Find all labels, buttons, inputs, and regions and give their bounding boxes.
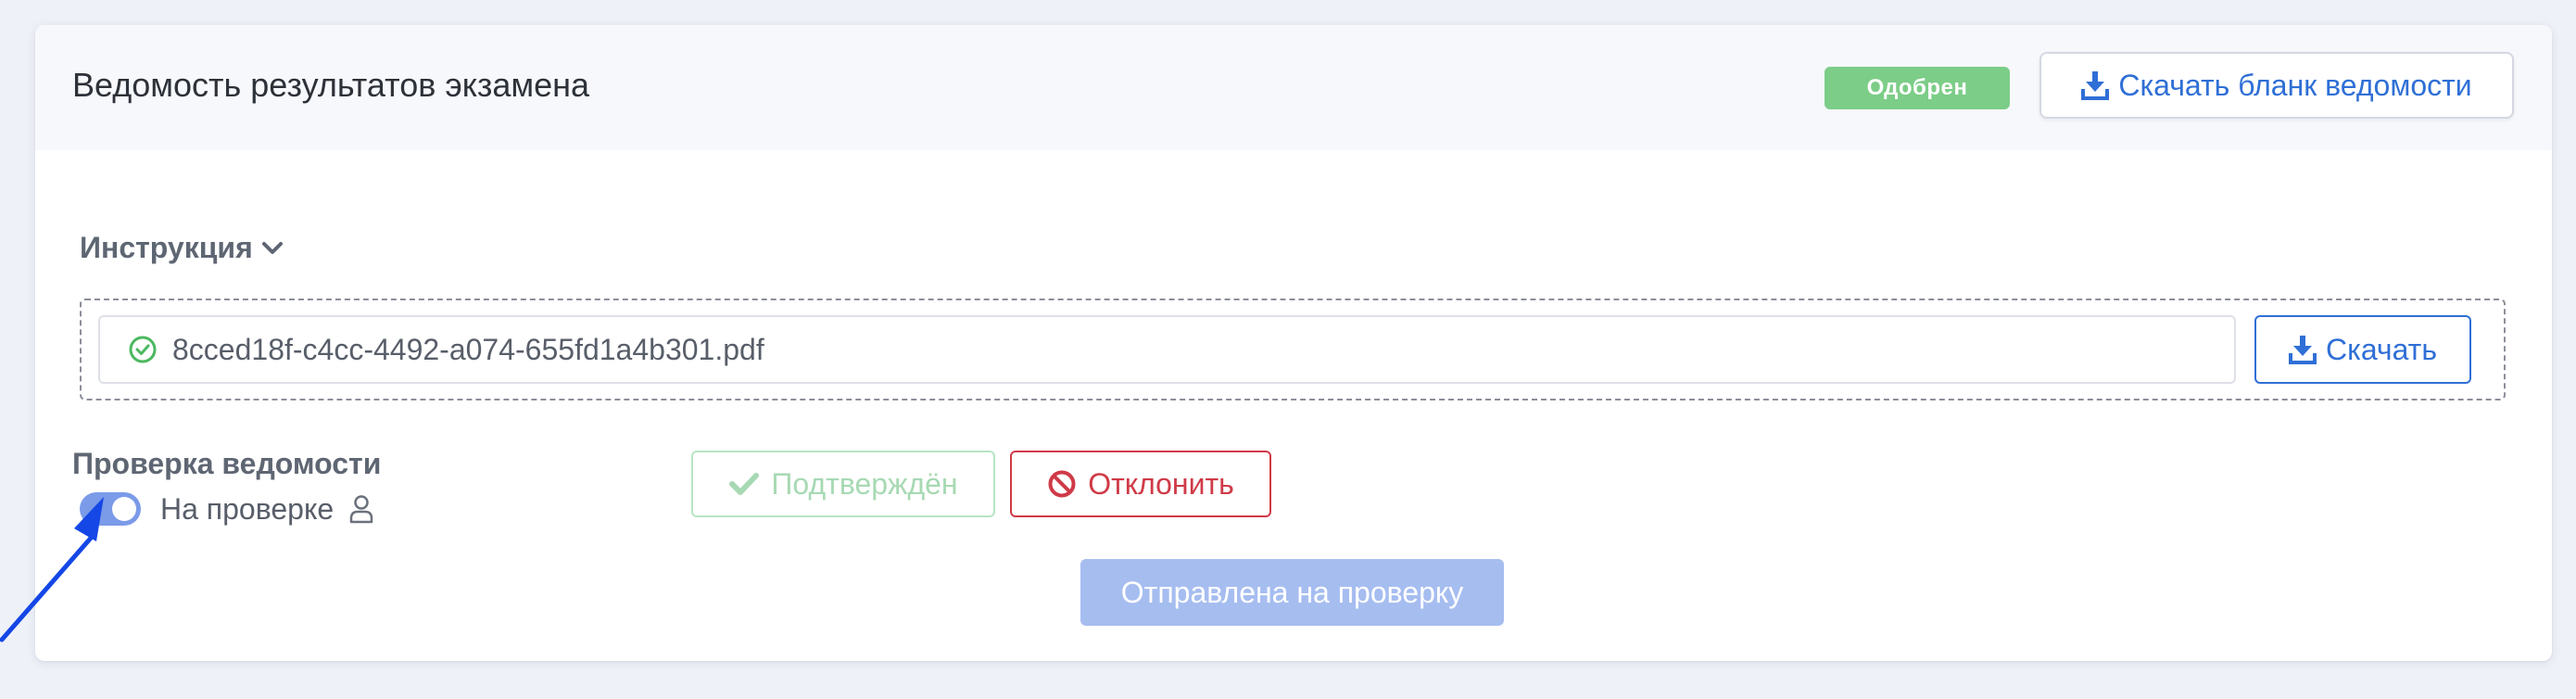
confirm-button[interactable]: Подтверждён [691, 451, 995, 517]
review-section-label: Проверка ведомости [72, 447, 382, 480]
download-instruction-label: Скачать [2326, 332, 2437, 366]
file-name: 8cced18f-c4cc-4492-a074-655fd1a4b301.pdf [172, 332, 764, 366]
download-form-button[interactable]: Скачать бланк ведомости [2039, 52, 2514, 119]
user-icon [348, 494, 374, 524]
instruction-file-field: 8cced18f-c4cc-4492-a074-655fd1a4b301.pdf [98, 315, 2236, 384]
reject-label: Отклонить [1088, 466, 1234, 501]
review-toggle-label: На проверке [160, 491, 335, 526]
download-form-label: Скачать бланк ведомости [2118, 68, 2472, 102]
page-title: Ведомость результатов экзамена [72, 66, 590, 104]
exam-results-card: Ведомость результатов экзамена Одобрен С… [35, 25, 2552, 661]
review-toggle-status: На проверке [160, 492, 374, 526]
reject-button[interactable]: Отклонить [1010, 451, 1271, 517]
card-header: Ведомость результатов экзамена Одобрен С… [35, 25, 2552, 150]
checkmark-icon [728, 471, 760, 497]
chevron-down-icon [260, 239, 284, 258]
submit-for-review-button[interactable]: Отправлена на проверку [1080, 559, 1504, 626]
download-icon [2081, 70, 2110, 100]
instruction-toggle[interactable]: Инструкция [80, 231, 284, 265]
toggle-knob [112, 497, 136, 521]
download-icon [2289, 335, 2317, 364]
instruction-file-area: 8cced18f-c4cc-4492-a074-655fd1a4b301.pdf… [80, 299, 2506, 400]
instruction-label: Инструкция [80, 231, 253, 264]
status-badge: Одобрен [1825, 67, 2010, 109]
confirm-label: Подтверждён [771, 466, 958, 501]
check-circle-icon [128, 335, 158, 364]
review-toggle[interactable] [80, 492, 141, 526]
ban-icon [1047, 469, 1077, 499]
download-instruction-button[interactable]: Скачать [2254, 315, 2471, 384]
